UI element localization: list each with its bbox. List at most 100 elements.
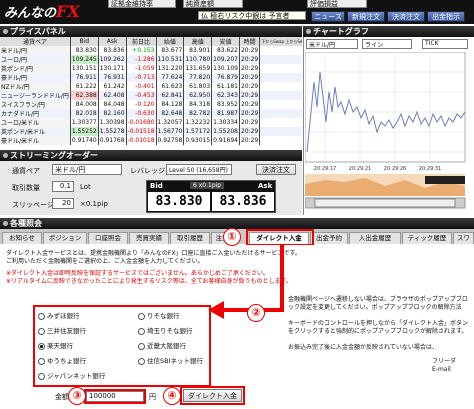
price-row[interactable]: ユーロ/米ドル 1.30377 1.30398 -0.01680 1.32057 1.32… bbox=[0, 118, 302, 127]
radio-button[interactable] bbox=[138, 357, 145, 365]
bank-option[interactable]: ゆうちょ銀行 bbox=[38, 355, 86, 365]
new-order-button[interactable]: 新規注文 bbox=[347, 11, 385, 22]
price-cell-bid[interactable]: 130.151 bbox=[70, 64, 99, 73]
chart-title: チャートグラフ bbox=[313, 27, 369, 36]
radio-button[interactable] bbox=[138, 327, 145, 335]
price-cell-time: 20:29 bbox=[239, 136, 261, 145]
bank-option[interactable]: ジャパンネット銀行 bbox=[38, 370, 105, 380]
radio-button[interactable] bbox=[138, 342, 145, 350]
price-cell-bid[interactable]: 1.30377 bbox=[70, 118, 99, 127]
price-cell-chg: -0.453 bbox=[126, 91, 157, 100]
price-cell-bid[interactable]: 62.388 bbox=[70, 91, 99, 100]
settle-order-button[interactable]: 決済注文 bbox=[387, 11, 425, 22]
bank-option[interactable]: 埼玉りそな銀行 bbox=[138, 325, 193, 335]
slippage-input[interactable]: 20 bbox=[52, 198, 74, 209]
price-cell-ask[interactable]: 83.836 bbox=[98, 46, 127, 55]
price-cell-high: 0.93015 bbox=[183, 136, 213, 145]
price-cell-time: 20:29 bbox=[239, 127, 261, 136]
tab-account[interactable]: 口座照会 bbox=[88, 232, 128, 244]
price-row[interactable]: 英ポンド/米ドル 1.55252 1.55278 -0.01518 1.56770 1.5… bbox=[0, 127, 302, 136]
tab-deposit-history[interactable]: 入出金履歴 bbox=[349, 232, 401, 244]
tab-tick-history[interactable]: ティック履歴 bbox=[402, 232, 452, 244]
tab-swap[interactable]: スワ bbox=[453, 232, 474, 244]
price-row[interactable]: カナダドル/円 82.018 82.160 -0.630 82.648 82.782 81.… bbox=[0, 109, 302, 118]
price-cell-chg: +0.153 bbox=[126, 46, 157, 55]
price-row[interactable]: NZドル/円 61.222 61.242 -0.401 61.623 61.803 61.1… bbox=[0, 82, 302, 91]
inquiry-header: 各種照会 bbox=[0, 218, 474, 229]
price-cell-high: 82.782 bbox=[183, 109, 213, 118]
leverage-value: Level 50 (16,658円) bbox=[166, 164, 232, 175]
ask-price-button[interactable]: 83.836 bbox=[212, 192, 274, 211]
price-row[interactable]: 豪ドル/米ドル 0.91740 0.91768 -0.01018 0.92758 0.93… bbox=[0, 136, 302, 145]
radio-button[interactable] bbox=[38, 372, 45, 380]
radio-button[interactable] bbox=[38, 312, 45, 320]
price-cell-ask[interactable]: 61.242 bbox=[98, 82, 127, 91]
price-cell-bid[interactable]: 0.91740 bbox=[70, 136, 99, 145]
price-cell-bid[interactable]: 1.55252 bbox=[70, 127, 99, 136]
amount-input[interactable]: 100000 bbox=[86, 391, 144, 402]
news-button[interactable]: ニュース bbox=[311, 11, 345, 22]
price-cell-ask[interactable]: 1.55278 bbox=[98, 127, 127, 136]
pair-select-value: 米ドル/円 bbox=[55, 166, 86, 174]
ask-label: Ask bbox=[258, 182, 273, 190]
radio-button[interactable] bbox=[38, 327, 45, 335]
price-cell-high: 83.901 bbox=[183, 46, 213, 55]
price-row[interactable]: ユーロ/円 109.245 109.262 -1.286 110.531 110.780 1… bbox=[0, 55, 302, 64]
price-cell-ask[interactable]: 0.91768 bbox=[98, 136, 127, 145]
price-cell-high: 62.950 bbox=[183, 91, 213, 100]
price-cell-ask[interactable]: 1.30398 bbox=[98, 118, 127, 127]
tab-withdraw-reserve[interactable]: 出金予約 bbox=[310, 232, 348, 244]
price-cell-bid[interactable]: 109.245 bbox=[70, 55, 99, 64]
price-cell-bid[interactable]: 61.222 bbox=[70, 82, 99, 91]
price-cell-low: 76.879 bbox=[211, 73, 240, 82]
bank-option[interactable]: 三井住友銀行 bbox=[38, 325, 86, 335]
price-cell-bid[interactable]: 83.830 bbox=[70, 46, 99, 55]
bank-label: 近畿大阪銀行 bbox=[147, 342, 186, 350]
bid-price-button[interactable]: 83.830 bbox=[148, 192, 210, 211]
price-cell-chg: -0.01518 bbox=[126, 127, 157, 136]
pair-select[interactable]: 米ドル/円 bbox=[52, 164, 122, 175]
price-cell-bid[interactable]: 84.008 bbox=[70, 100, 99, 109]
price-row[interactable]: 英ポンド/円 130.151 130.171 -1.059 131.220 131.659… bbox=[0, 64, 302, 73]
price-cell-ask[interactable]: 76.931 bbox=[98, 73, 127, 82]
tab-trade-results[interactable]: 売買実績 bbox=[129, 232, 169, 244]
price-row[interactable]: ニュージーランドドル/円 62.388 62.408 -0.453 62.841 62.9… bbox=[0, 91, 302, 100]
price-cell-bid[interactable]: 76.911 bbox=[70, 73, 99, 82]
bank-option[interactable]: りそな銀行 bbox=[138, 310, 180, 320]
bank-option[interactable]: 楽天銀行 bbox=[38, 340, 73, 350]
price-cell-ask[interactable]: 109.262 bbox=[98, 55, 127, 64]
price-row[interactable]: 米ドル/円 83.830 83.836 +0.153 83.677 83.901 83.62… bbox=[0, 46, 302, 55]
price-cell-swap bbox=[259, 64, 302, 73]
radio-button[interactable] bbox=[38, 357, 45, 365]
bank-option[interactable]: 住信SBIネット銀行 bbox=[138, 355, 203, 365]
price-cell-ask[interactable]: 84.048 bbox=[98, 100, 127, 109]
direct-deposit-submit-button[interactable]: ダイレクト入金 bbox=[183, 389, 242, 402]
qty-input[interactable]: 0.1 bbox=[52, 181, 74, 192]
bank-label: 埼玉りそな銀行 bbox=[147, 327, 193, 335]
news-ticker[interactable]: 仏 極右リスク中銀は 予言者 bbox=[198, 11, 306, 20]
chart-pair-select[interactable]: 米ドル/円 bbox=[306, 39, 358, 49]
price-cell-ask[interactable]: 82.160 bbox=[98, 109, 127, 118]
withdraw-button[interactable]: 出金指示 bbox=[427, 11, 465, 22]
price-row[interactable]: スイスフラン/円 84.008 84.048 -0.120 84.128 84.318 83… bbox=[0, 100, 302, 109]
swap-toggle[interactable]: 下からSwap 上からSwap bbox=[259, 37, 302, 46]
bank-option[interactable]: 近畿大阪銀行 bbox=[138, 340, 186, 350]
bank-option[interactable]: みずほ銀行 bbox=[38, 310, 80, 320]
pair-label: 通貨ペア bbox=[12, 167, 40, 175]
chart-plot: 20:29:17 20:29:21 20:29:26 20:29:31 bbox=[305, 52, 466, 209]
chart-type-select[interactable]: ライン bbox=[362, 39, 412, 49]
price-cell-swap bbox=[259, 91, 302, 100]
price-cell-ask[interactable]: 62.408 bbox=[98, 91, 127, 100]
price-cell-bid[interactable]: 82.018 bbox=[70, 109, 99, 118]
tab-notices[interactable]: お知らせ bbox=[2, 232, 42, 244]
settle-button[interactable]: 決済注文 bbox=[256, 164, 296, 175]
price-cell-ask[interactable]: 130.171 bbox=[98, 64, 127, 73]
price-row[interactable]: 豪ドル/円 76.911 76.931 -0.713 77.624 77.820 76.87… bbox=[0, 73, 302, 82]
tab-positions[interactable]: ポジション bbox=[43, 232, 87, 244]
radio-button[interactable] bbox=[38, 342, 45, 350]
inquiry-title: 各種照会 bbox=[10, 219, 42, 228]
price-cell-pair: 豪ドル/米ドル bbox=[0, 136, 71, 145]
side-text-3: お振込み完了後に入金金額が反映されていない場合は、 bbox=[288, 344, 438, 351]
chart-interval-select[interactable]: TICK bbox=[422, 39, 468, 49]
radio-button[interactable] bbox=[138, 312, 145, 320]
